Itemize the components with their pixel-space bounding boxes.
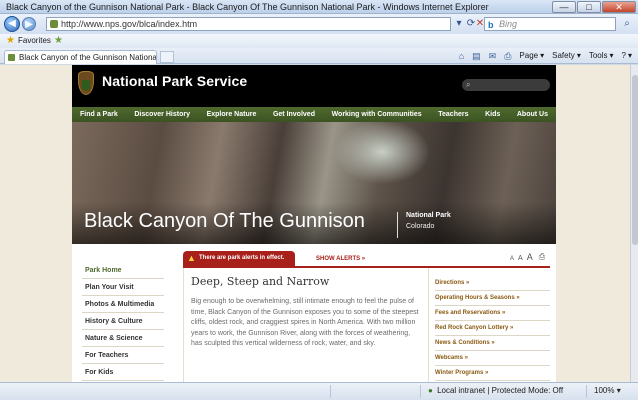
nav-find-a-park[interactable]: Find a Park — [80, 107, 118, 122]
park-designation: National Park — [406, 212, 451, 219]
page-menu[interactable]: Page ▾ — [519, 50, 544, 62]
show-alerts-link[interactable]: SHOW ALERTS » — [316, 256, 365, 262]
window-controls: — □ ✕ — [552, 1, 636, 13]
site-search-input[interactable]: ⌕ — [462, 79, 550, 91]
search-placeholder: Bing — [499, 19, 518, 29]
nav-discover-history[interactable]: Discover History — [134, 107, 190, 122]
address-bar: ◀ ▶ http://www.nps.gov/blca/index.htm ▾ … — [0, 14, 638, 34]
help-button[interactable]: ? ▾ — [622, 50, 632, 62]
page-viewport: National Park Service ⌕ Find a Park Disc… — [0, 65, 630, 382]
forward-arrow-icon[interactable]: ▶ — [22, 17, 36, 31]
zoom-level-text: 100% — [594, 386, 615, 395]
feeds-icon: ▤ — [472, 51, 481, 61]
back-arrow-icon[interactable]: ◀ — [4, 16, 20, 32]
favorites-star-icon[interactable]: ★ — [6, 34, 15, 48]
status-divider — [330, 385, 331, 398]
nav-working-with-communities[interactable]: Working with Communities — [332, 107, 422, 122]
mail-button[interactable]: ✉ — [489, 50, 497, 62]
quick-links: Directions » Operating Hours & Seasons »… — [428, 268, 550, 382]
status-bar: ● Local intranet | Protected Mode: Off 1… — [0, 382, 638, 400]
search-icon[interactable]: ⌕ — [466, 79, 470, 91]
quicklink-webcams[interactable]: Webcams » — [435, 351, 550, 366]
minimize-button[interactable]: — — [552, 1, 576, 13]
park-alert-banner[interactable]: ▲ There are park alerts in effect. — [183, 251, 295, 266]
window-title: Black Canyon of the Gunnison National Pa… — [6, 2, 489, 12]
feeds-button[interactable]: ▤ — [472, 50, 481, 62]
tab-active[interactable]: Black Canyon of the Gunnison National Pa… — [4, 50, 157, 64]
close-button[interactable]: ✕ — [602, 1, 636, 13]
article-title: Deep, Steep and Narrow — [191, 275, 330, 288]
sidenav-item-history-culture[interactable]: History & Culture — [82, 313, 164, 330]
status-divider — [420, 385, 421, 398]
tab-favicon-icon — [8, 54, 15, 61]
printer-icon: ⎙ — [504, 51, 512, 61]
site-header: National Park Service ⌕ — [72, 65, 556, 107]
security-zone[interactable]: ● Local intranet | Protected Mode: Off — [428, 383, 563, 399]
tab-label: Black Canyon of the Gunnison National Pa… — [19, 53, 157, 62]
main-article: Deep, Steep and Narrow Big enough to be … — [183, 268, 425, 382]
content-area: Park Home Plan Your Visit Photos & Multi… — [72, 244, 556, 382]
sidenav-item-for-kids[interactable]: For Kids — [82, 364, 164, 381]
sidenav-item-photos-multimedia[interactable]: Photos & Multimedia — [82, 296, 164, 313]
nav-teachers[interactable]: Teachers — [438, 107, 468, 122]
home-button[interactable]: ⌂ — [459, 50, 464, 62]
alert-text: There are park alerts in effect. — [199, 255, 285, 261]
tools-menu[interactable]: Tools ▾ — [589, 50, 614, 62]
print-button[interactable]: ⎙ — [504, 50, 511, 62]
safety-menu[interactable]: Safety ▾ — [552, 50, 581, 62]
site-title[interactable]: National Park Service — [102, 73, 247, 89]
nav-explore-nature[interactable]: Explore Nature — [207, 107, 257, 122]
sidenav-item-park-home[interactable]: Park Home — [82, 262, 164, 279]
scrollbar-thumb[interactable] — [632, 75, 638, 245]
sidenav-item-for-teachers[interactable]: For Teachers — [82, 347, 164, 364]
font-size-large-button[interactable]: A — [527, 252, 533, 262]
park-state: Colorado — [406, 223, 435, 230]
command-bar: ⌂ ▤ ✉ ⎙ Page ▾ Safety ▾ Tools ▾ ? ▾ — [459, 50, 632, 62]
nav-about-us[interactable]: About Us — [517, 107, 548, 122]
article-body: Big enough to be overwhelming, still int… — [191, 298, 419, 347]
nav-kids[interactable]: Kids — [485, 107, 500, 122]
maximize-button[interactable]: □ — [577, 1, 601, 13]
tab-bar: Black Canyon of the Gunnison National Pa… — [0, 48, 638, 64]
quicklink-lottery[interactable]: Red Rock Canyon Lottery » — [435, 321, 550, 336]
url-input[interactable]: http://www.nps.gov/blca/index.htm — [46, 17, 451, 31]
quicklink-directions[interactable]: Directions » — [435, 276, 550, 291]
font-size-controls: A A A ⎙ — [510, 252, 545, 262]
zoom-level[interactable]: 100% ▾ — [594, 383, 621, 399]
arrowhead-logo-icon[interactable] — [78, 71, 94, 95]
warning-icon: ▲ — [187, 253, 196, 263]
new-tab-button[interactable] — [160, 51, 174, 63]
status-divider — [586, 385, 587, 398]
url-text: http://www.nps.gov/blca/index.htm — [61, 19, 198, 29]
security-zone-text: Local intranet | Protected Mode: Off — [437, 386, 564, 395]
hero-divider — [397, 212, 398, 238]
favorites-button[interactable]: Favorites — [18, 34, 51, 48]
font-size-medium-button[interactable]: A — [518, 255, 523, 262]
add-favorite-icon[interactable]: ★ — [54, 34, 63, 48]
search-icon[interactable]: ⌕ — [620, 17, 634, 31]
home-icon: ⌂ — [458, 51, 465, 61]
quicklink-winter-programs[interactable]: Winter Programs » — [435, 366, 550, 381]
main-nav: Find a Park Discover History Explore Nat… — [72, 107, 556, 122]
vertical-scrollbar[interactable] — [630, 65, 638, 382]
sidenav-item-nature-science[interactable]: Nature & Science — [82, 330, 164, 347]
mail-icon: ✉ — [488, 51, 497, 61]
search-input[interactable]: b Bing — [484, 17, 616, 31]
hero-banner: Black Canyon Of The Gunnison National Pa… — [72, 122, 556, 244]
side-nav: Park Home Plan Your Visit Photos & Multi… — [82, 262, 164, 381]
site-favicon-icon — [50, 20, 58, 28]
quicklink-fees[interactable]: Fees and Reservations » — [435, 306, 550, 321]
quicklink-operating-hours[interactable]: Operating Hours & Seasons » — [435, 291, 550, 306]
intranet-icon: ● — [428, 386, 433, 395]
nav-get-involved[interactable]: Get Involved — [273, 107, 315, 122]
favorites-bar: ★ Favorites ★ — [0, 34, 638, 48]
print-icon[interactable]: ⎙ — [539, 252, 545, 262]
bing-logo-icon: b — [488, 20, 494, 30]
font-size-small-button[interactable]: A — [510, 256, 514, 262]
window-title-bar: Black Canyon of the Gunnison National Pa… — [0, 0, 638, 14]
quicklink-news[interactable]: News & Conditions » — [435, 336, 550, 351]
sidenav-item-plan-your-visit[interactable]: Plan Your Visit — [82, 279, 164, 296]
park-name: Black Canyon Of The Gunnison — [84, 210, 365, 232]
